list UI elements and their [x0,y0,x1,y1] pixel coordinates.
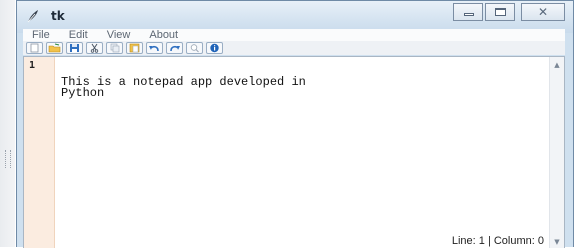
scroll-up-icon[interactable]: ▲ [550,59,564,71]
save-icon [70,44,79,52]
status-bar: Line: 1 | Column: 0 [445,234,548,248]
redo-button[interactable] [166,42,183,54]
menu-view[interactable]: View [107,29,131,41]
redo-icon [170,45,180,52]
find-icon [190,44,199,53]
editor-line: Python [61,86,105,100]
editor-frame: 1 This is a notepad app developed in Pyt… [23,56,565,248]
paste-button[interactable] [126,42,143,54]
menu-file[interactable]: File [32,29,50,41]
window-controls: ✕ [453,3,565,23]
toolbar [23,41,565,55]
window-title: tk [51,9,65,23]
feather-icon [27,10,38,23]
line-number: 1 [29,60,36,71]
menu-bar: File Edit View About [23,29,565,41]
open-folder-icon [48,43,61,53]
cut-icon [90,43,99,53]
close-button[interactable]: ✕ [521,3,565,21]
copy-button[interactable] [106,42,123,54]
undo-button[interactable] [146,42,163,54]
menu-edit[interactable]: Edit [69,29,88,41]
info-icon [210,43,219,53]
open-button[interactable] [46,42,63,54]
save-button[interactable] [66,42,83,54]
about-button[interactable] [206,42,223,54]
new-file-button[interactable] [26,42,43,54]
line-number-gutter: 1 [24,57,55,248]
find-button[interactable] [186,42,203,54]
new-file-icon [30,43,39,53]
maximize-button[interactable] [485,3,515,21]
vertical-scrollbar[interactable]: ▲ ▼ [549,57,564,248]
copy-icon [110,43,120,53]
scroll-down-icon[interactable]: ▼ [550,236,564,248]
resize-grip[interactable] [5,150,11,168]
app-window: tk ✕ File Edit View About 1 This is a no… [16,0,574,248]
menu-about[interactable]: About [149,29,178,41]
minimize-button[interactable] [453,3,483,21]
desktop-edge [0,0,15,247]
paste-icon [129,43,140,53]
undo-icon [149,45,159,52]
cut-button[interactable] [86,42,103,54]
text-editor[interactable]: This is a notepad app developed in Pytho… [55,57,549,248]
close-icon: ✕ [537,5,549,19]
